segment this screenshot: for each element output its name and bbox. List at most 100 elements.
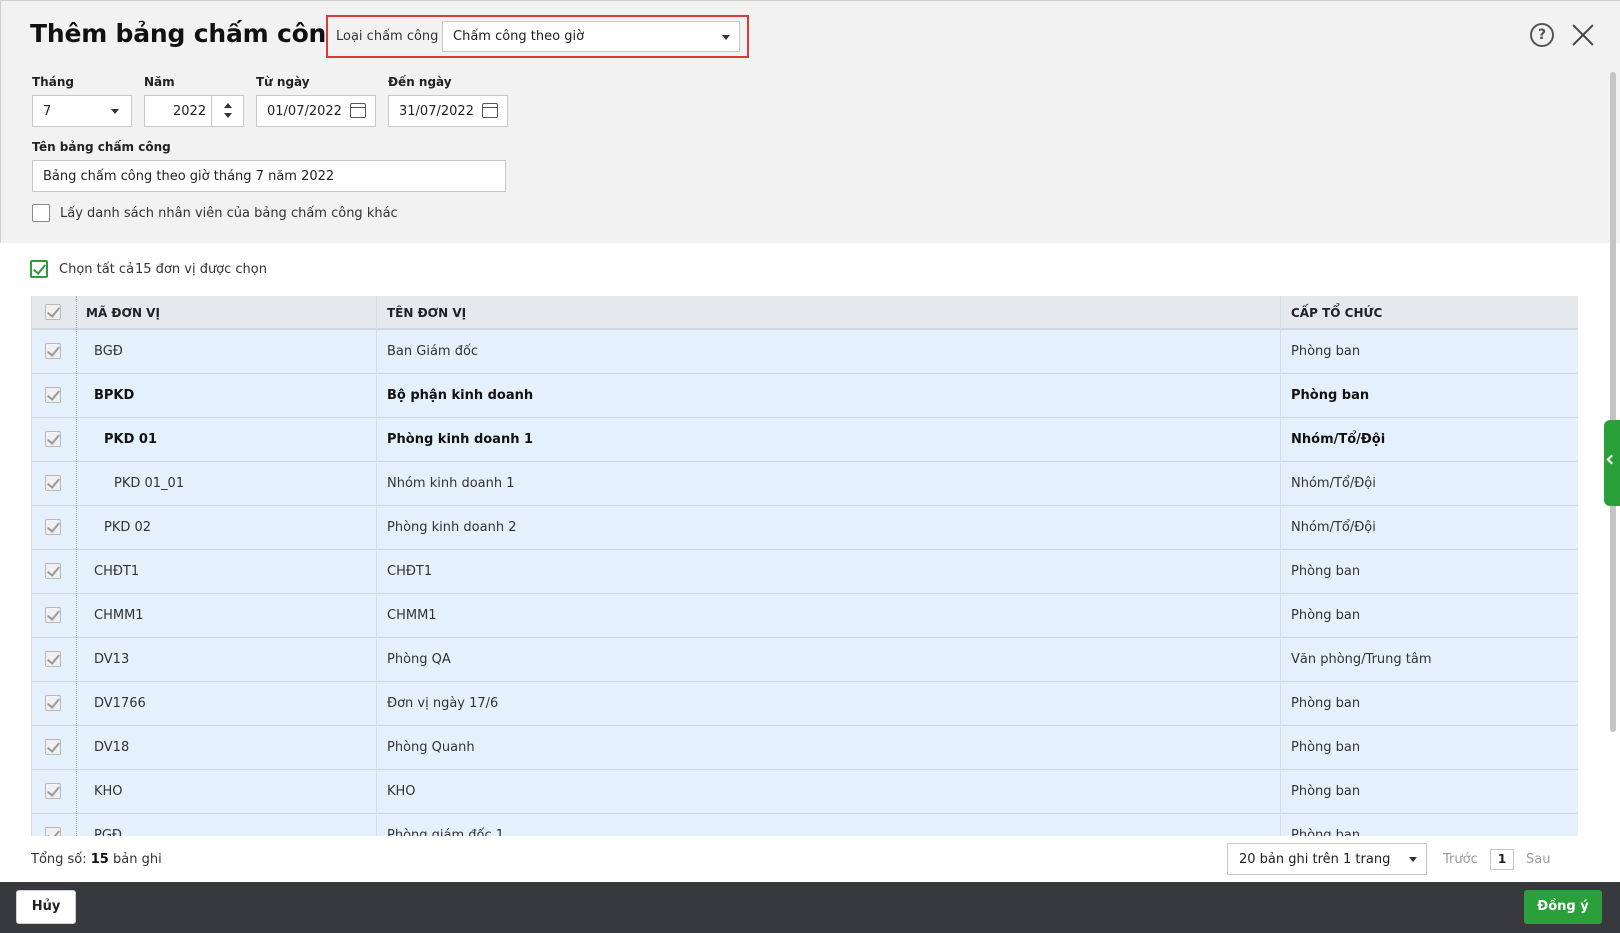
cell-org-level: Phòng ban: [1291, 564, 1361, 579]
side-panel-toggle[interactable]: [1604, 420, 1620, 506]
help-icon[interactable]: ?: [1530, 23, 1554, 47]
cell-unit-name: Phòng giám đốc 1: [387, 828, 505, 836]
cell-unit-code: PKD 01_01: [114, 476, 185, 491]
chevron-down-icon: [111, 109, 119, 114]
from-date-input[interactable]: 01/07/2022: [256, 95, 376, 127]
column-header-code[interactable]: MÃ ĐƠN VỊ: [86, 306, 160, 320]
cancel-button[interactable]: Hủy: [16, 890, 76, 924]
vertical-scrollbar[interactable]: [1610, 72, 1616, 732]
year-stepper[interactable]: 2022: [144, 95, 244, 127]
cell-unit-code: DV13: [94, 652, 130, 667]
from-date-value: 01/07/2022: [267, 104, 342, 119]
cell-org-level: Phòng ban: [1291, 696, 1361, 711]
calendar-icon[interactable]: [482, 103, 498, 118]
row-checkbox[interactable]: [45, 607, 61, 623]
copy-employees-checkbox[interactable]: [32, 204, 50, 222]
total-count: 15: [90, 852, 109, 867]
timesheet-name-input[interactable]: Bảng chấm công theo giờ tháng 7 năm 2022: [32, 160, 506, 192]
table-row[interactable]: KHO KHO Phòng ban: [32, 770, 1578, 814]
month-select[interactable]: 7: [32, 95, 132, 127]
stepper-arrows-icon[interactable]: [211, 96, 243, 126]
total-records: Tổng số: 15 bản ghi: [31, 852, 162, 867]
row-checkbox[interactable]: [45, 695, 61, 711]
cell-org-level: Phòng ban: [1291, 608, 1361, 623]
table-row[interactable]: PGĐ Phòng giám đốc 1 Phòng ban: [32, 814, 1578, 836]
cell-unit-name: Phòng Quanh: [387, 740, 475, 755]
total-prefix: Tổng số:: [31, 852, 87, 867]
cell-unit-name: KHO: [387, 784, 416, 799]
chevron-down-icon: [1409, 857, 1417, 862]
cell-unit-code: CHĐT1: [94, 564, 140, 579]
row-checkbox[interactable]: [45, 519, 61, 535]
table-row[interactable]: PKD 02 Phòng kinh doanh 2 Nhóm/Tổ/Đội: [32, 506, 1578, 550]
table-row[interactable]: DV18 Phòng Quanh Phòng ban: [32, 726, 1578, 770]
chevron-left-icon: [1606, 454, 1617, 465]
to-date-value: 31/07/2022: [399, 104, 474, 119]
cell-unit-name: Phòng kinh doanh 2: [387, 520, 517, 535]
units-table: MÃ ĐƠN VỊ TÊN ĐƠN VỊ CẤP TỔ CHỨC BGĐ Ban …: [31, 296, 1578, 836]
cell-org-level: Nhóm/Tổ/Đội: [1291, 520, 1376, 535]
table-row[interactable]: BGĐ Ban Giám đốc Phòng ban: [32, 330, 1578, 374]
timesheet-type-label: Loại chấm công: [336, 29, 439, 44]
close-icon[interactable]: [1571, 23, 1595, 47]
cell-unit-name: CHMM1: [387, 608, 437, 623]
year-label: Năm: [144, 75, 175, 89]
cell-org-level: Văn phòng/Trung tâm: [1291, 652, 1432, 667]
cell-unit-name: Phòng QA: [387, 652, 451, 667]
header-checkbox[interactable]: [45, 304, 61, 320]
row-checkbox[interactable]: [45, 387, 61, 403]
cell-unit-name: Nhóm kinh doanh 1: [387, 476, 515, 491]
cell-unit-code: PGĐ: [94, 828, 122, 836]
month-label: Tháng: [32, 75, 74, 89]
table-row[interactable]: PKD 01_01 Nhóm kinh doanh 1 Nhóm/Tổ/Đội: [32, 462, 1578, 506]
cell-unit-code: BPKD: [94, 388, 135, 403]
column-divider: [376, 296, 377, 836]
table-row[interactable]: BPKD Bộ phận kinh doanh Phòng ban: [32, 374, 1578, 418]
prev-page-button[interactable]: Trước: [1443, 852, 1478, 867]
row-checkbox[interactable]: [45, 651, 61, 667]
table-row[interactable]: DV13 Phòng QA Văn phòng/Trung tâm: [32, 638, 1578, 682]
select-all-checkbox[interactable]: [30, 260, 48, 278]
table-row[interactable]: DV1766 Đơn vị ngày 17/6 Phòng ban: [32, 682, 1578, 726]
cell-unit-code: BGĐ: [94, 344, 123, 359]
to-date-label: Đến ngày: [388, 75, 452, 89]
current-page[interactable]: 1: [1490, 849, 1514, 870]
to-date-input[interactable]: 31/07/2022: [388, 95, 508, 127]
row-checkbox[interactable]: [45, 431, 61, 447]
column-header-level[interactable]: CẤP TỔ CHỨC: [1291, 306, 1382, 320]
cell-unit-code: CHMM1: [94, 608, 144, 623]
table-row[interactable]: CHMM1 CHMM1 Phòng ban: [32, 594, 1578, 638]
row-checkbox[interactable]: [45, 343, 61, 359]
table-body: BGĐ Ban Giám đốc Phòng ban BPKD Bộ phận kinh…: [32, 330, 1578, 836]
from-date-label: Từ ngày: [256, 75, 310, 89]
cell-unit-name: Đơn vị ngày 17/6: [387, 696, 499, 711]
row-checkbox[interactable]: [45, 783, 61, 799]
confirm-button[interactable]: Đồng ý: [1524, 890, 1602, 924]
cell-unit-code: DV1766: [94, 696, 146, 711]
cell-unit-name: Phòng kinh doanh 1: [387, 432, 534, 447]
next-page-button[interactable]: Sau: [1526, 852, 1550, 867]
form-header: Thêm bảng chấm công Loại chấm công Chấm …: [0, 0, 1620, 243]
row-checkbox[interactable]: [45, 475, 61, 491]
column-divider: [76, 296, 77, 836]
dialog-title: Thêm bảng chấm công: [30, 19, 344, 48]
row-checkbox[interactable]: [45, 739, 61, 755]
cell-org-level: Phòng ban: [1291, 388, 1370, 403]
cell-unit-name: Bộ phận kinh doanh: [387, 388, 534, 403]
column-header-name[interactable]: TÊN ĐƠN VỊ: [387, 306, 466, 320]
cell-org-level: Phòng ban: [1291, 344, 1361, 359]
column-divider: [1280, 296, 1281, 836]
row-checkbox[interactable]: [45, 563, 61, 579]
table-row[interactable]: CHĐT1 CHĐT1 Phòng ban: [32, 550, 1578, 594]
row-checkbox[interactable]: [45, 827, 61, 836]
cell-org-level: Phòng ban: [1291, 784, 1361, 799]
selected-count: 15 đơn vị được chọn: [135, 262, 267, 277]
timesheet-type-select[interactable]: Chấm công theo giờ: [442, 21, 740, 52]
cell-org-level: Phòng ban: [1291, 740, 1361, 755]
calendar-icon[interactable]: [350, 103, 366, 118]
table-row[interactable]: PKD 01 Phòng kinh doanh 1 Nhóm/Tổ/Đội: [32, 418, 1578, 462]
timesheet-name-value: Bảng chấm công theo giờ tháng 7 năm 2022: [43, 169, 335, 184]
cell-unit-code: PKD 01: [104, 432, 158, 447]
month-value: 7: [43, 104, 52, 119]
page-size-select[interactable]: 20 bản ghi trên 1 trang: [1227, 843, 1427, 875]
